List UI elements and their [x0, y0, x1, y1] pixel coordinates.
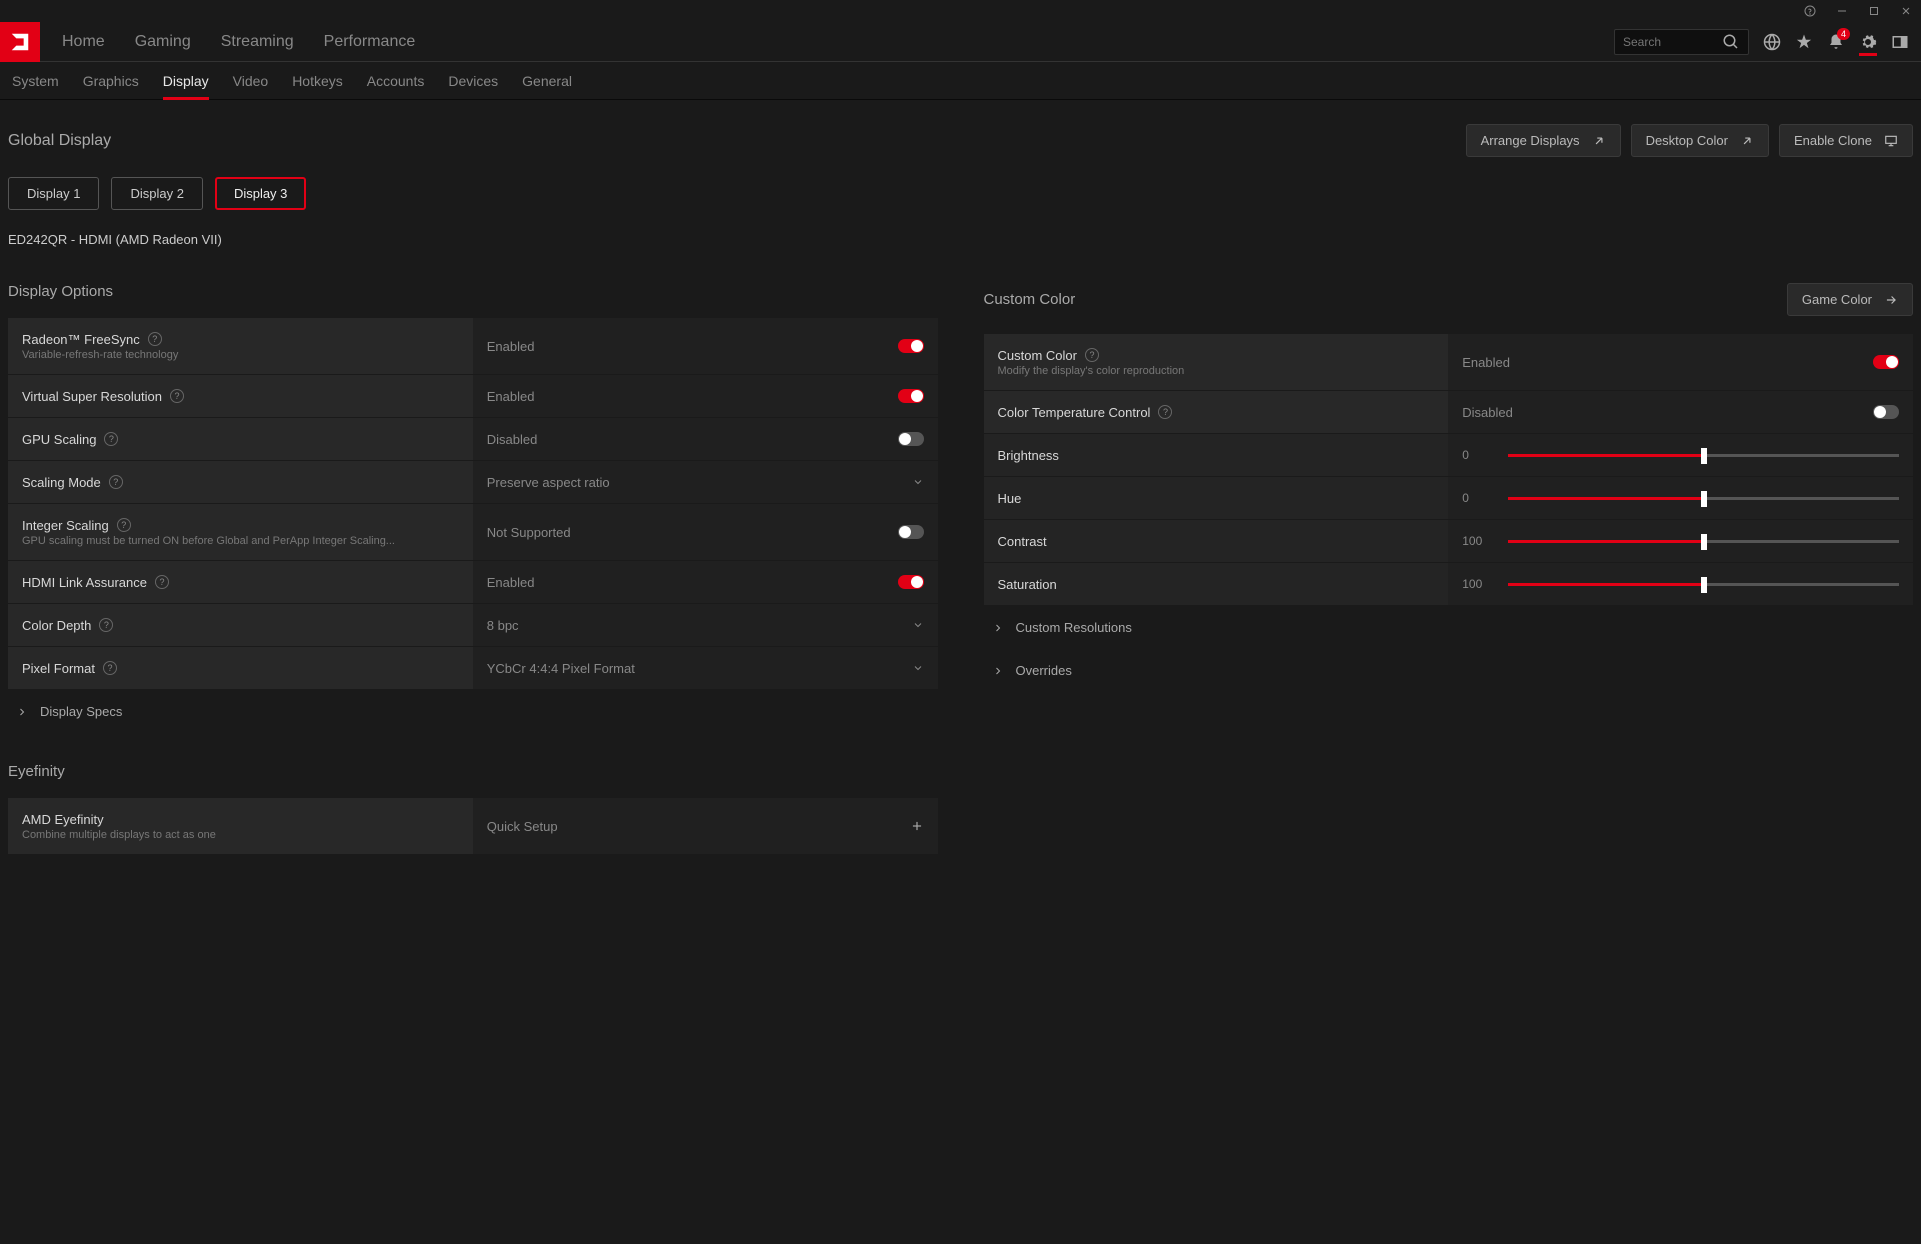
subtab-devices[interactable]: Devices: [448, 62, 498, 100]
custom-color-title: Custom Color: [984, 291, 1076, 308]
setting-brightness: Brightness 0: [984, 434, 1914, 476]
maximize-icon[interactable]: [1867, 4, 1881, 18]
plus-icon: [910, 819, 924, 833]
close-icon[interactable]: [1899, 4, 1913, 18]
help-icon[interactable]: ?: [170, 389, 184, 403]
help-icon[interactable]: ?: [1085, 348, 1099, 362]
custom-color-toggle[interactable]: [1873, 355, 1899, 369]
minimize-icon[interactable]: [1835, 4, 1849, 18]
search-box[interactable]: [1614, 29, 1749, 55]
setting-saturation: Saturation 100: [984, 563, 1914, 605]
freesync-toggle[interactable]: [898, 339, 924, 353]
saturation-slider[interactable]: [1508, 583, 1899, 586]
setting-custom-color: Custom Color? Modify the display's color…: [984, 334, 1914, 390]
subtab-hotkeys[interactable]: Hotkeys: [292, 62, 343, 100]
setting-vsr: Virtual Super Resolution? Enabled: [8, 375, 938, 417]
chevron-down-icon: [912, 662, 924, 674]
setting-hdmi-link: HDMI Link Assurance? Enabled: [8, 561, 938, 603]
display-tab-3[interactable]: Display 3: [215, 177, 306, 210]
subtab-display[interactable]: Display: [163, 62, 209, 100]
setting-color-depth[interactable]: Color Depth? 8 bpc: [8, 604, 938, 646]
arrange-displays-button[interactable]: Arrange Displays: [1466, 124, 1621, 157]
enable-clone-button[interactable]: Enable Clone: [1779, 124, 1913, 157]
display-specs-expand[interactable]: Display Specs: [8, 690, 938, 733]
monitor-icon: [1884, 134, 1898, 148]
chevron-down-icon: [912, 476, 924, 488]
setting-gpu-scaling: GPU Scaling? Disabled: [8, 418, 938, 460]
color-temp-toggle[interactable]: [1873, 405, 1899, 419]
chevron-right-icon: [992, 665, 1004, 677]
setting-contrast: Contrast 100: [984, 520, 1914, 562]
help-icon[interactable]: ?: [109, 475, 123, 489]
chevron-right-icon: [992, 622, 1004, 634]
help-icon[interactable]: ?: [1158, 405, 1172, 419]
setting-scaling-mode[interactable]: Scaling Mode? Preserve aspect ratio: [8, 461, 938, 503]
tab-performance[interactable]: Performance: [310, 22, 430, 62]
search-input[interactable]: [1623, 35, 1722, 49]
help-icon[interactable]: ?: [103, 661, 117, 675]
panel-icon[interactable]: [1891, 33, 1909, 51]
display-info: ED242QR - HDMI (AMD Radeon VII): [8, 232, 1913, 247]
setting-color-temp: Color Temperature Control? Disabled: [984, 391, 1914, 433]
setting-pixel-format[interactable]: Pixel Format? YCbCr 4:4:4 Pixel Format: [8, 647, 938, 689]
desktop-color-button[interactable]: Desktop Color: [1631, 124, 1769, 157]
setting-eyefinity[interactable]: AMD Eyefinity Combine multiple displays …: [8, 798, 938, 854]
help-icon[interactable]: ?: [117, 518, 131, 532]
subtab-graphics[interactable]: Graphics: [83, 62, 139, 100]
bell-icon[interactable]: 4: [1827, 33, 1845, 51]
tab-home[interactable]: Home: [48, 22, 119, 62]
chevron-right-icon: [16, 706, 28, 718]
notification-badge: 4: [1837, 28, 1850, 40]
mainnav-tabs: Home Gaming Streaming Performance: [48, 22, 429, 62]
brightness-slider[interactable]: [1508, 454, 1899, 457]
vsr-toggle[interactable]: [898, 389, 924, 403]
page-title: Global Display: [8, 132, 111, 150]
external-icon: [1592, 134, 1606, 148]
amd-logo[interactable]: [0, 22, 40, 62]
subtab-video[interactable]: Video: [233, 62, 269, 100]
contrast-slider[interactable]: [1508, 540, 1899, 543]
arrow-right-icon: [1884, 293, 1898, 307]
integer-scaling-toggle[interactable]: [898, 525, 924, 539]
help-icon[interactable]: ?: [155, 575, 169, 589]
custom-resolutions-expand[interactable]: Custom Resolutions: [984, 606, 1914, 649]
globe-icon[interactable]: [1763, 33, 1781, 51]
overrides-expand[interactable]: Overrides: [984, 649, 1914, 692]
help-icon[interactable]: ?: [104, 432, 118, 446]
display-tab-2[interactable]: Display 2: [111, 177, 202, 210]
tab-gaming[interactable]: Gaming: [121, 22, 205, 62]
help-icon[interactable]: ?: [148, 332, 162, 346]
help-icon[interactable]: ?: [99, 618, 113, 632]
subtab-general[interactable]: General: [522, 62, 572, 100]
display-tab-1[interactable]: Display 1: [8, 177, 99, 210]
setting-integer-scaling: Integer Scaling? GPU scaling must be tur…: [8, 504, 938, 560]
subtab-accounts[interactable]: Accounts: [367, 62, 425, 100]
display-options-title: Display Options: [8, 283, 113, 300]
external-icon: [1740, 134, 1754, 148]
main-nav: Home Gaming Streaming Performance 4: [0, 22, 1921, 62]
window-titlebar: [0, 0, 1921, 22]
star-icon[interactable]: [1795, 33, 1813, 51]
hdmi-link-toggle[interactable]: [898, 575, 924, 589]
gpu-scaling-toggle[interactable]: [898, 432, 924, 446]
tab-streaming[interactable]: Streaming: [207, 22, 308, 62]
game-color-button[interactable]: Game Color: [1787, 283, 1913, 316]
subtab-system[interactable]: System: [12, 62, 59, 100]
eyefinity-title: Eyefinity: [8, 763, 65, 780]
help-icon[interactable]: [1803, 4, 1817, 18]
setting-freesync: Radeon™ FreeSync? Variable-refresh-rate …: [8, 318, 938, 374]
search-icon[interactable]: [1722, 33, 1740, 51]
gear-icon[interactable]: [1859, 38, 1877, 56]
setting-hue: Hue 0: [984, 477, 1914, 519]
sub-nav: System Graphics Display Video Hotkeys Ac…: [0, 62, 1921, 100]
chevron-down-icon: [912, 619, 924, 631]
hue-slider[interactable]: [1508, 497, 1899, 500]
